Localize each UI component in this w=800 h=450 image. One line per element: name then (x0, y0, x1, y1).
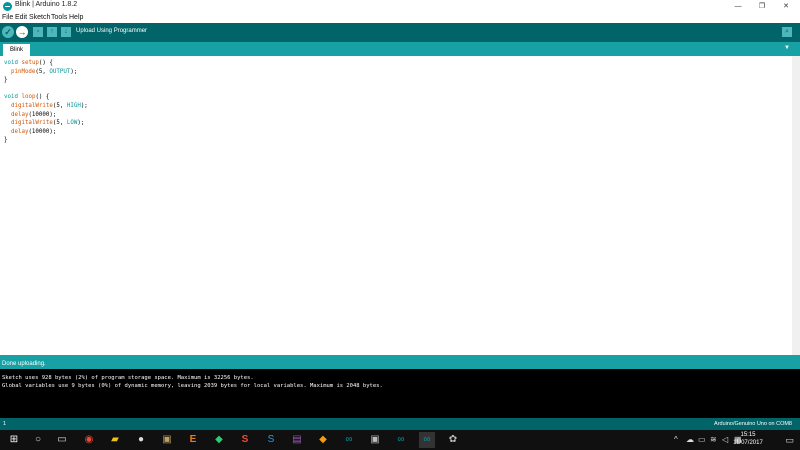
window-app-icon[interactable]: ▣ (367, 432, 383, 448)
tab-bar: Blink ▼ (0, 42, 800, 56)
file-explorer-icon[interactable]: ▰ (107, 432, 123, 448)
github-icon[interactable]: ● (133, 432, 149, 448)
chevron-up-icon[interactable]: ^ (674, 435, 678, 444)
menu-edit[interactable]: Edit (15, 13, 27, 23)
menu-help[interactable]: Help (69, 13, 83, 23)
console-status-bar: Done uploading. (0, 355, 800, 369)
maximize-button[interactable]: ❐ (751, 0, 773, 13)
arduino-taskbar-icon[interactable]: ∞ (341, 432, 357, 448)
git-app-icon[interactable]: ◆ (211, 432, 227, 448)
upload-button[interactable]: → (16, 26, 28, 38)
app-icon[interactable]: ◆ (315, 432, 331, 448)
tab-blink[interactable]: Blink (3, 44, 30, 56)
code-line: } (4, 137, 8, 144)
serial-monitor-button[interactable]: ⌕ (782, 27, 792, 37)
save-sketch-button[interactable]: ↓ (61, 27, 71, 37)
new-sketch-button[interactable]: ▫ (33, 27, 43, 37)
board-port-label: Arduino/Genuino Uno on COM8 (714, 421, 792, 427)
editor-scrollbar[interactable] (792, 56, 800, 355)
e-app-icon[interactable]: E (185, 432, 201, 448)
sw-app-icon[interactable]: S (237, 432, 253, 448)
code-line: void setup() { (4, 60, 53, 66)
arduino-active-taskbar-icon[interactable]: ∞ (419, 432, 435, 448)
menu-sketch[interactable]: Sketch (29, 13, 50, 23)
minimize-button[interactable]: — (727, 0, 749, 13)
code-line: } (4, 77, 8, 84)
window-title: Blink | Arduino 1.8.2 (15, 1, 78, 8)
console-output: Sketch uses 928 bytes (2%) of program st… (0, 369, 800, 418)
console-line: Sketch uses 928 bytes (2%) of program st… (2, 375, 254, 381)
code-line: pinMode(5, OUTPUT); (10, 68, 78, 75)
menu-bar: File Edit Sketch Tools Help (0, 13, 800, 23)
code-editor[interactable]: void setup() { pinMode(5, OUTPUT); } voi… (0, 56, 792, 355)
close-button[interactable]: ✕ (775, 0, 797, 13)
app-icon[interactable]: ✿ (445, 432, 461, 448)
line-number: 1 (3, 421, 7, 427)
upload-status: Done uploading. (2, 361, 46, 367)
title-bar: Blink | Arduino 1.8.2 — ❐ ✕ (0, 0, 800, 13)
verify-button[interactable]: ✓ (2, 26, 14, 38)
code-line: delay(10000); (10, 111, 57, 118)
tab-menu-icon[interactable]: ▼ (784, 45, 790, 51)
clock-date: 11/07/2017 (733, 439, 763, 446)
media-app-icon[interactable]: ▣ (159, 432, 175, 448)
code-line: delay(10000); (10, 128, 57, 135)
cloud-icon[interactable]: ☁ (686, 435, 694, 444)
open-sketch-button[interactable]: ↑ (47, 27, 57, 37)
taskbar: ⊞ ○ ▭ ◉ ▰ ● ▣ E ◆ S S ▤ ◆ ∞ ▣ ∞ ∞ ✿ ^ ☁ … (0, 430, 800, 450)
notification-icon[interactable]: ▭ (785, 435, 794, 446)
search-icon[interactable]: ○ (30, 432, 46, 448)
code-line: digitalWrite(5, LOW); (10, 120, 85, 127)
clock-time: 15:15 (740, 432, 756, 438)
skype-icon[interactable]: S (263, 432, 279, 448)
system-clock[interactable]: 15:15 11/07/2017 (728, 432, 768, 447)
menu-file[interactable]: File (2, 13, 13, 23)
start-windows-icon[interactable]: ⊞ (6, 432, 22, 448)
toolbar-hover-label: Upload Using Programmer (76, 28, 148, 34)
console-line: Global variables use 9 bytes (0%) of dyn… (2, 383, 383, 389)
premiere-icon[interactable]: ▤ (289, 432, 305, 448)
chrome-icon[interactable]: ◉ (81, 432, 97, 448)
wifi-icon[interactable]: ≋ (710, 435, 717, 444)
arduino-logo-icon (3, 2, 12, 11)
menu-tools[interactable]: Tools (51, 13, 67, 23)
arduino-taskbar-icon[interactable]: ∞ (393, 432, 409, 448)
status-bar: 1 Arduino/Genuino Uno on COM8 (0, 418, 800, 430)
code-line: void loop() { (4, 94, 50, 101)
toolbar: ✓ → ▫ ↑ ↓ Upload Using Programmer ⌕ (0, 23, 800, 42)
battery-icon[interactable]: ▭ (698, 435, 706, 444)
code-line: digitalWrite(5, HIGH); (10, 103, 88, 109)
task-view-icon[interactable]: ▭ (54, 432, 70, 448)
